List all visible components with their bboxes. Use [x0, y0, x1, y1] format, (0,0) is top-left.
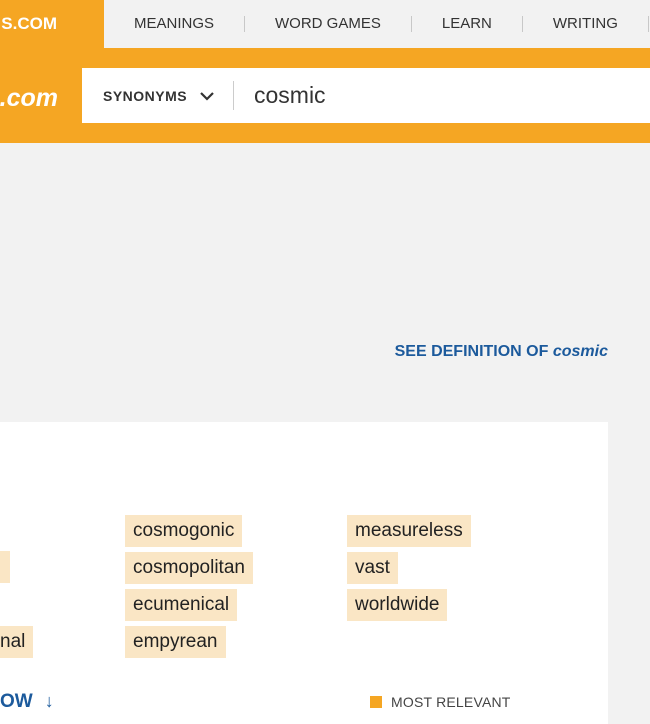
nav-item-meanings[interactable]: MEANINGS: [104, 16, 246, 32]
legend-swatch: [370, 696, 382, 708]
search-type-label: SYNONYMS: [103, 87, 188, 104]
synonyms-card: [0, 422, 608, 724]
synonym-text: cosmopolitan: [133, 557, 245, 578]
synonym-chip-partial-2[interactable]: nal: [0, 626, 34, 658]
show-more-link[interactable]: OW ↓: [0, 691, 54, 713]
synonym-chip[interactable]: cosmopolitan: [125, 552, 253, 584]
synonym-text: worldwide: [355, 594, 440, 615]
legend-label: MOST RELEVANT: [391, 694, 511, 710]
nav-item-learn[interactable]: LEARN: [412, 16, 523, 32]
top-navigation-bar: S.COM MEANINGS WORD GAMES LEARN WRITING: [0, 0, 650, 48]
see-definition-word: cosmic: [552, 343, 608, 360]
synonym-text: cosmogonic: [133, 520, 235, 541]
synonym-text: empyrean: [133, 631, 218, 652]
search-header: s.com SYNONYMS: [0, 48, 650, 143]
synonym-chip[interactable]: ecumenical: [125, 589, 238, 621]
synonym-chip-partial-1[interactable]: [0, 551, 10, 583]
synonym-chip[interactable]: worldwide: [347, 589, 448, 621]
synonym-chip[interactable]: measureless: [347, 515, 471, 547]
synonym-chip[interactable]: vast: [347, 552, 398, 584]
nav-item-writing[interactable]: WRITING: [523, 16, 649, 32]
relevance-legend: MOST RELEVANT: [370, 694, 511, 710]
synonym-chip[interactable]: empyrean: [125, 626, 226, 658]
synonym-text: measureless: [355, 520, 463, 541]
see-definition-link[interactable]: SEE DEFINITION OF cosmic: [395, 343, 608, 361]
search-bar: SYNONYMS: [82, 68, 650, 123]
nav-item-word-games[interactable]: WORD GAMES: [245, 16, 412, 32]
synonym-text: vast: [355, 557, 390, 578]
synonym-text: ecumenical: [133, 594, 230, 615]
chevron-down-icon: [200, 91, 214, 101]
site-logo-top-text: S.COM: [1, 14, 57, 33]
see-definition-prefix: SEE DEFINITION OF: [394, 343, 549, 360]
site-logo[interactable]: s.com: [0, 48, 82, 143]
search-divider: [233, 81, 234, 110]
synonym-chip[interactable]: cosmogonic: [125, 515, 243, 547]
main-nav: MEANINGS WORD GAMES LEARN WRITING: [104, 0, 649, 48]
show-more-label: OW: [0, 691, 33, 712]
site-logo-text: s.com: [0, 84, 58, 112]
arrow-down-icon: ↓: [44, 691, 54, 711]
search-input[interactable]: [254, 68, 634, 123]
synonym-chip-partial-2-text: nal: [0, 631, 26, 652]
site-logo-top[interactable]: S.COM: [0, 0, 104, 48]
search-type-dropdown[interactable]: SYNONYMS: [103, 68, 215, 123]
